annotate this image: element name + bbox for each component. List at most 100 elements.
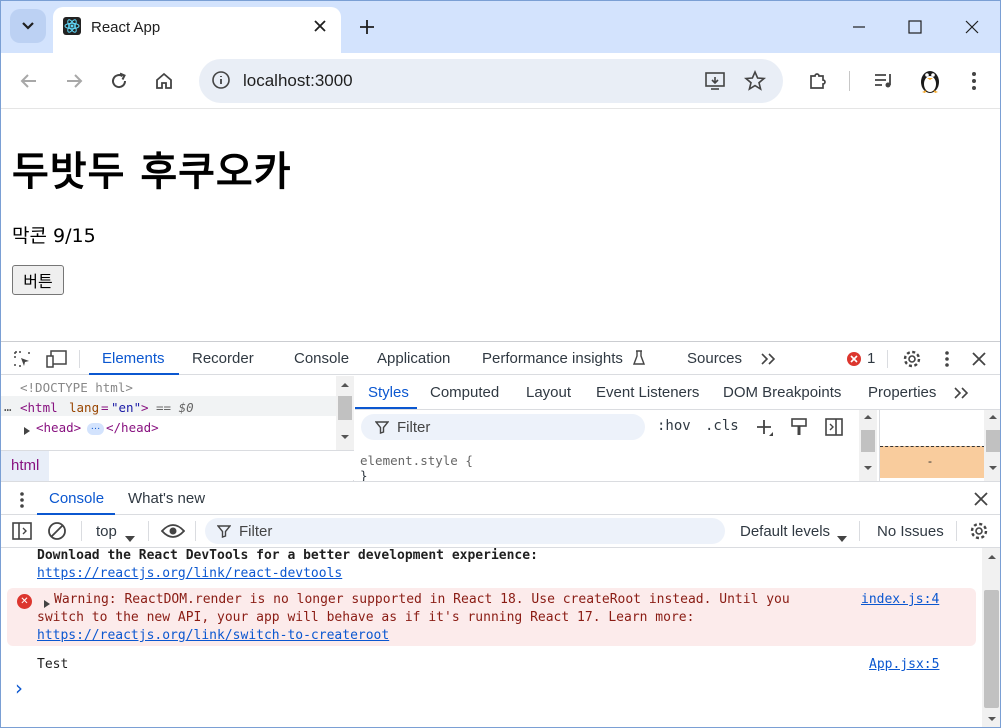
browser-window: React App localhost:3000 두밧두 후쿠오카 막콘 9/1… (0, 0, 1001, 728)
console-settings-button[interactable] (969, 521, 989, 546)
divider (859, 521, 860, 541)
bookmark-star-icon[interactable] (743, 69, 767, 98)
more-tabs-icon[interactable] (953, 386, 969, 405)
extensions-button[interactable] (806, 69, 830, 93)
profile-avatar[interactable] (916, 65, 944, 95)
styles-scrollbar[interactable] (859, 410, 877, 481)
toolbar-divider (849, 71, 850, 91)
reload-button[interactable] (107, 69, 131, 93)
warning-source-link[interactable]: index.js:4 (861, 592, 939, 607)
breadcrumb-html[interactable]: html (1, 451, 49, 481)
tab-search-button[interactable] (10, 9, 46, 43)
minimize-button[interactable] (844, 13, 874, 41)
tab-divider (79, 350, 80, 368)
devtools-tab-bar: Elements Recorder Console Application Pe… (1, 342, 1000, 375)
dropdown-triangle-icon[interactable] (125, 529, 135, 547)
home-icon (156, 72, 172, 89)
flask-icon (632, 350, 646, 371)
head-node-open[interactable]: <head> (36, 420, 81, 435)
console-scrollbar-thumb[interactable] (984, 590, 999, 708)
site-info-icon[interactable] (211, 70, 231, 95)
tab-properties[interactable]: Properties (868, 384, 936, 401)
inspect-element-button[interactable] (11, 348, 33, 370)
browser-menu-button[interactable] (962, 69, 986, 93)
browser-tab[interactable]: React App (53, 7, 341, 53)
page-button[interactable]: 버튼 (12, 265, 64, 295)
maximize-button[interactable] (900, 13, 930, 41)
class-toggle[interactable]: .cls (705, 418, 739, 434)
log-message: Test (37, 657, 69, 672)
devtools-menu-button[interactable] (936, 348, 958, 370)
react-devtools-link[interactable]: https://reactjs.org/link/react-devtools (37, 566, 342, 581)
new-tab-button[interactable] (355, 15, 379, 39)
error-icon[interactable] (847, 352, 861, 366)
address-bar[interactable]: localhost:3000 (199, 59, 783, 103)
elements-scrollbar[interactable] (336, 376, 354, 450)
log-levels-dropdown[interactable]: Default levels (740, 523, 830, 540)
reload-icon (112, 72, 127, 89)
filter-placeholder: Filter (397, 419, 431, 436)
createroot-link[interactable]: https://reactjs.org/link/switch-to-creat… (37, 628, 389, 643)
sidebar-toggle-icon[interactable] (12, 522, 32, 545)
install-app-icon[interactable] (703, 69, 727, 98)
back-button[interactable] (17, 69, 41, 93)
dropdown-triangle-icon[interactable] (837, 529, 847, 547)
tab-styles[interactable]: Styles (368, 384, 409, 401)
tab-performance-insights[interactable]: Performance insights (482, 350, 623, 367)
tab-recorder[interactable]: Recorder (192, 350, 254, 367)
console-prompt[interactable]: › (15, 676, 23, 700)
toggle-sidebar-icon[interactable] (825, 418, 843, 441)
head-node-close: </head> (106, 420, 159, 435)
filter-icon (216, 524, 232, 543)
device-toolbar-button[interactable] (46, 348, 68, 370)
gear-icon (903, 350, 921, 368)
divider (195, 521, 196, 541)
double-chevron-right-icon (761, 353, 776, 365)
context-selector[interactable]: top (96, 523, 117, 540)
html-node-open[interactable]: <html (20, 400, 58, 415)
console-filter-input[interactable]: Filter (205, 518, 725, 544)
paint-brush-icon[interactable] (791, 418, 807, 441)
styles-filter-input[interactable]: Filter (361, 414, 645, 440)
forward-button[interactable] (62, 69, 86, 93)
tab-application[interactable]: Application (377, 350, 450, 367)
tab-elements[interactable]: Elements (102, 350, 165, 367)
tab-layout[interactable]: Layout (526, 384, 571, 401)
box-model-diagram: - (879, 410, 985, 481)
doctype-node[interactable]: <!DOCTYPE html> (20, 380, 133, 395)
tab-close-button[interactable] (309, 15, 331, 37)
hover-state-toggle[interactable]: :hov (657, 418, 691, 434)
tab-console[interactable]: Console (294, 350, 349, 367)
error-count[interactable]: 1 (867, 350, 875, 367)
home-button[interactable] (152, 69, 176, 93)
live-expression-eye-icon[interactable] (160, 523, 186, 544)
close-icon (974, 492, 988, 506)
media-controls-button[interactable] (872, 69, 896, 93)
window-close-button[interactable] (957, 13, 987, 41)
url-text[interactable]: localhost:3000 (243, 71, 353, 91)
devtools-settings-button[interactable] (901, 348, 923, 370)
element-style-rule[interactable]: element.style { (360, 453, 473, 468)
tab-sources[interactable]: Sources (687, 350, 742, 367)
collapsed-content-badge[interactable]: … (87, 422, 104, 435)
console-warning-row[interactable]: ✕ Warning: ReactDOM.render is no longer … (7, 588, 976, 646)
drawer-close-button[interactable] (974, 492, 988, 511)
tab-event-listeners[interactable]: Event Listeners (596, 384, 699, 401)
log-source-link[interactable]: App.jsx:5 (869, 657, 939, 672)
devtools-close-button[interactable] (968, 348, 990, 370)
divider (148, 521, 149, 541)
tab-computed[interactable]: Computed (430, 384, 499, 401)
drawer-tab-whats-new[interactable]: What's new (128, 490, 205, 507)
arrow-right-icon (67, 74, 83, 88)
issues-counter[interactable]: No Issues (877, 523, 944, 540)
warning-text-line1: Warning: ReactDOM.render is no longer su… (54, 592, 790, 607)
browser-toolbar: localhost:3000 (1, 53, 1000, 109)
drawer-menu-icon[interactable] (19, 491, 25, 514)
tab-dom-breakpoints[interactable]: DOM Breakpoints (723, 384, 841, 401)
drawer-tab-console[interactable]: Console (49, 490, 104, 507)
clear-console-icon[interactable] (47, 521, 67, 546)
expand-triangle-icon[interactable] (23, 423, 31, 441)
more-tabs-button[interactable] (757, 348, 779, 370)
box-model-scrollbar[interactable] (984, 410, 1000, 481)
new-style-rule-icon[interactable] (755, 418, 775, 443)
